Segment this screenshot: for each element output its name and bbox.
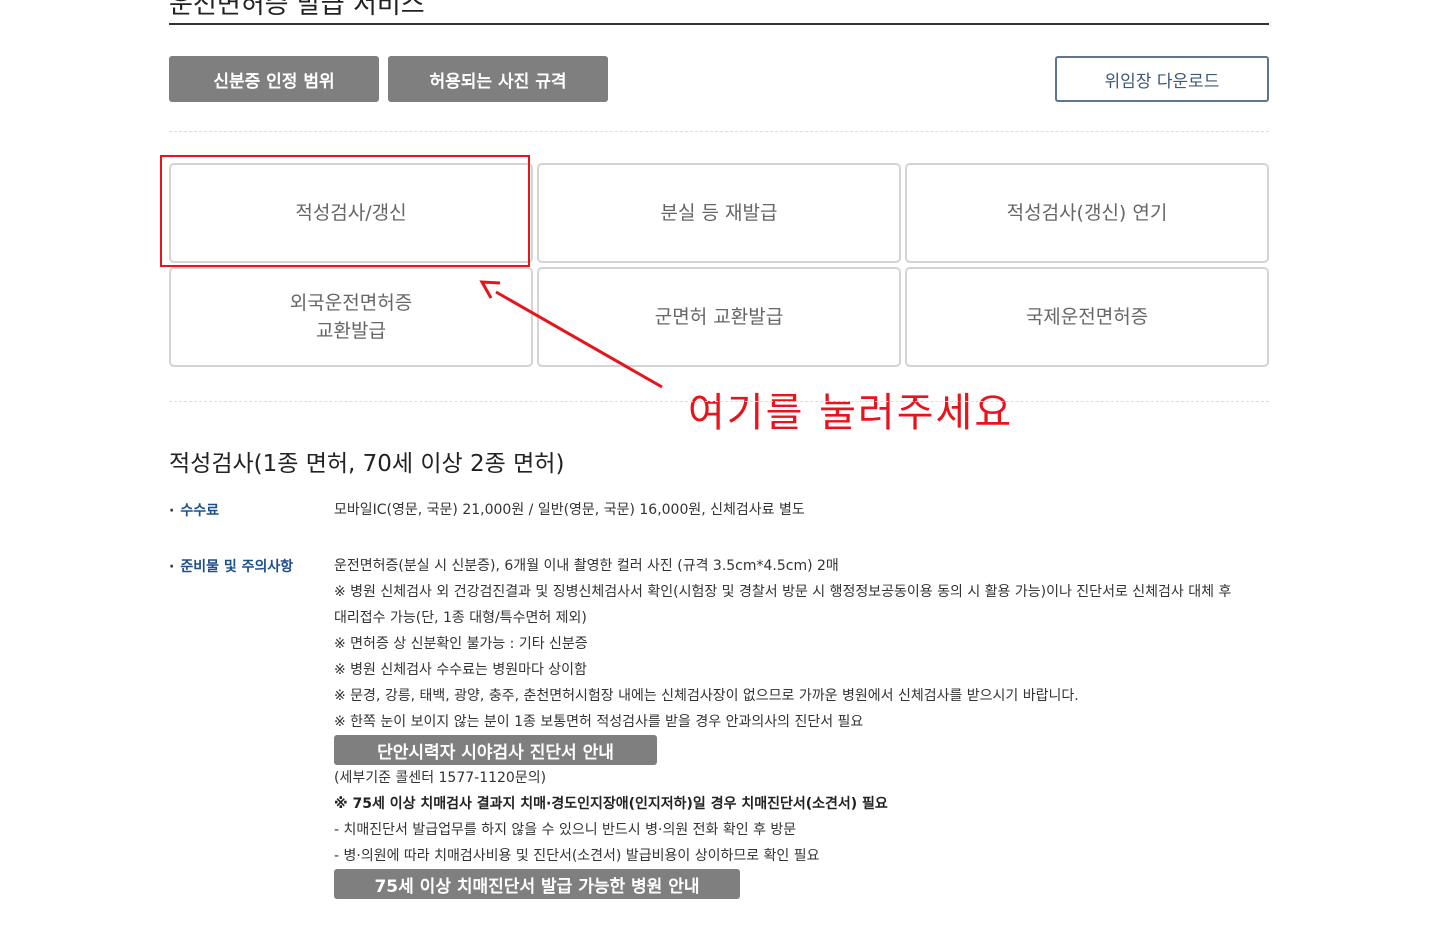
service-aptitude-renewal[interactable]: 적성검사/갱신: [169, 163, 533, 263]
dementia-line: - 병·의원에 따라 치매검사비용 및 진단서(소견서) 발급비용이 상이하므로…: [334, 848, 820, 864]
prep-line: 대리접수 가능(단, 1종 대형/특수면허 제외): [334, 610, 587, 626]
service-postpone[interactable]: 적성검사(갱신) 연기: [905, 163, 1269, 263]
page-title: 운전면허증 발급 서비스: [169, 0, 425, 20]
section-divider: [169, 131, 1269, 132]
fee-text: 모바일IC(영문, 국문) 21,000원 / 일반(영문, 국문) 16,00…: [334, 502, 805, 518]
section-title: 적성검사(1종 면허, 70세 이상 2종 면허): [169, 451, 565, 477]
id-scope-button[interactable]: 신분증 인정 범위: [169, 56, 379, 102]
vision-test-guide-button[interactable]: 단안시력자 시야검사 진단서 안내: [334, 735, 657, 765]
service-label: 분실 등 재발급: [660, 202, 778, 224]
proxy-download-button[interactable]: 위임장 다운로드: [1055, 56, 1269, 102]
prep-line: ※ 면허증 상 신분확인 불가능 : 기타 신분증: [334, 636, 588, 652]
service-label: 외국운전면허증 교환발급: [290, 289, 412, 345]
service-foreign-license-exchange[interactable]: 외국운전면허증 교환발급: [169, 267, 533, 367]
prep-line: ※ 병원 신체검사 외 건강검진결과 및 징병신체검사서 확인(시험장 및 경찰…: [334, 584, 1232, 600]
prep-label: · 준비물 및 주의사항: [169, 559, 294, 575]
service-label-line1: 외국운전면허증: [289, 292, 413, 314]
annotation-text: 여기를 눌러주세요: [688, 390, 1014, 436]
fee-label: · 수수료: [169, 503, 219, 519]
service-reissue[interactable]: 분실 등 재발급: [537, 163, 901, 263]
service-military-license-exchange[interactable]: 군면허 교환발급: [537, 267, 901, 367]
title-divider: [169, 23, 1269, 25]
service-label: 적성검사/갱신: [295, 202, 407, 224]
dementia-notice: ※ 75세 이상 치매검사 결과지 치매·경도인지장애(인지저하)일 경우 치매…: [334, 796, 888, 812]
call-center-text: (세부기준 콜센터 1577-1120문의): [334, 770, 547, 786]
prep-line: ※ 문경, 강릉, 태백, 광양, 충주, 춘천면허시험장 내에는 신체검사장이…: [334, 688, 1079, 704]
prep-line: ※ 병원 신체검사 수수료는 병원마다 상이함: [334, 662, 587, 678]
prep-line: ※ 한쪽 눈이 보이지 않는 분이 1종 보통면허 적성검사를 받을 경우 안과…: [334, 714, 864, 730]
dementia-line: - 치매진단서 발급업무를 하지 않을 수 있으니 반드시 병·의원 전화 확인…: [334, 822, 797, 838]
service-label: 적성검사(갱신) 연기: [1006, 202, 1168, 224]
service-label: 군면허 교환발급: [654, 306, 784, 328]
prep-line: 운전면허증(분실 시 신분증), 6개월 이내 촬영한 컬러 사진 (규격 3.…: [334, 558, 839, 574]
service-label: 국제운전면허증: [1025, 306, 1149, 328]
section-divider: [169, 401, 1269, 402]
photo-spec-button[interactable]: 허용되는 사진 규격: [388, 56, 608, 102]
service-label-line2: 교환발급: [316, 320, 386, 342]
dementia-hospital-guide-button[interactable]: 75세 이상 치매진단서 발급 가능한 병원 안내: [334, 869, 740, 899]
service-international-license[interactable]: 국제운전면허증: [905, 267, 1269, 367]
